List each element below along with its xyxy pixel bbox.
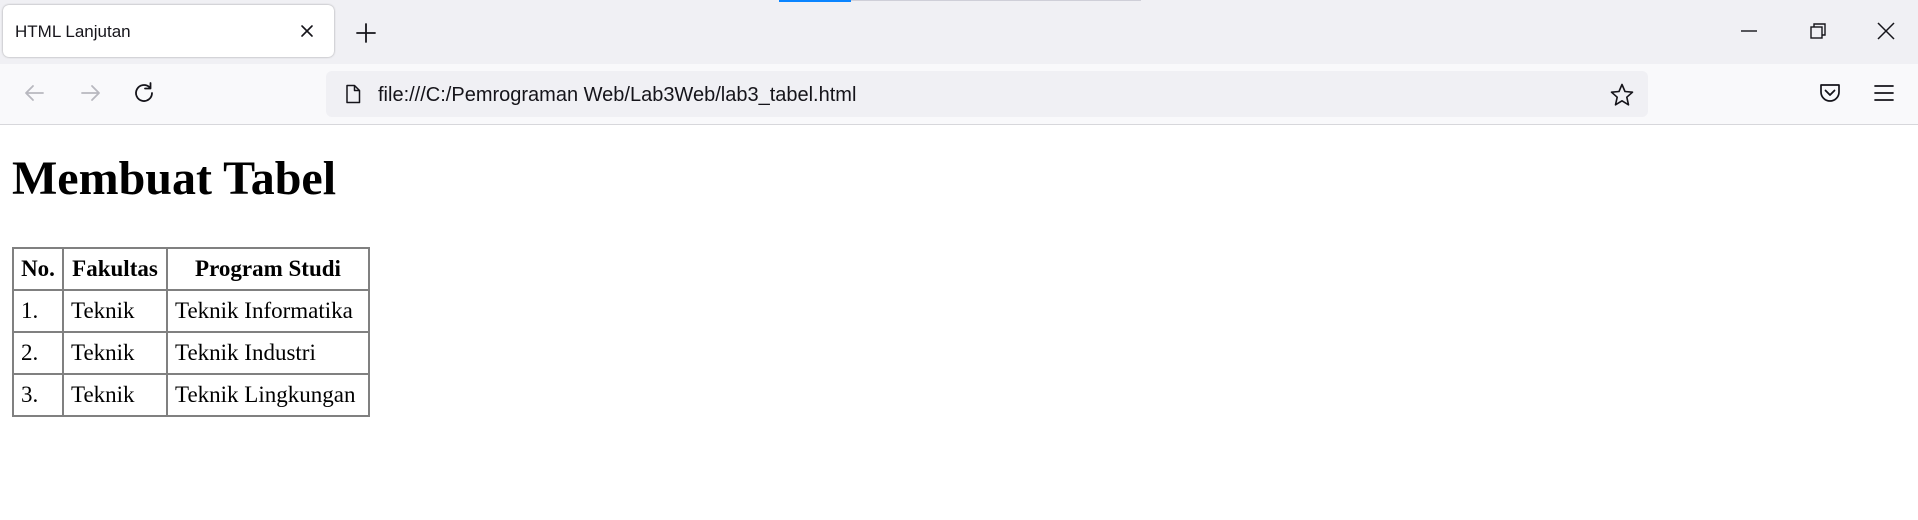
cell-no: 2. [13, 332, 63, 374]
page-content: Membuat Tabel No. Fakultas Program Studi… [0, 125, 1918, 520]
page-heading: Membuat Tabel [12, 152, 337, 205]
close-icon[interactable] [1875, 20, 1897, 42]
reload-icon[interactable] [131, 80, 157, 106]
tab-title: HTML Lanjutan [15, 22, 131, 41]
url-text[interactable]: file:///C:/Pemrograman Web/Lab3Web/lab3_… [378, 84, 856, 107]
arrow-right-icon[interactable] [77, 80, 103, 106]
table-row: 3. Teknik Teknik Lingkungan [13, 374, 369, 416]
plus-icon[interactable] [354, 21, 378, 45]
tab-strip-divider [851, 0, 1141, 1]
cell-program-studi: Teknik Industri [167, 332, 369, 374]
minimize-icon[interactable] [1738, 20, 1760, 42]
tab-strip: HTML Lanjutan [0, 0, 1918, 64]
document-icon [342, 83, 364, 105]
navigation-bar: file:///C:/Pemrograman Web/Lab3Web/lab3_… [0, 64, 1918, 125]
address-bar[interactable]: file:///C:/Pemrograman Web/Lab3Web/lab3_… [326, 71, 1648, 117]
pocket-icon[interactable] [1817, 80, 1843, 106]
tab-loading-indicator [779, 0, 851, 2]
column-header-fakultas: Fakultas [63, 248, 167, 290]
cell-fakultas: Teknik [63, 332, 167, 374]
table-header-row: No. Fakultas Program Studi [13, 248, 369, 290]
column-header-program-studi: Program Studi [167, 248, 369, 290]
tab-html-lanjutan[interactable]: HTML Lanjutan [3, 5, 334, 57]
cell-fakultas: Teknik [63, 374, 167, 416]
cell-fakultas: Teknik [63, 290, 167, 332]
data-table: No. Fakultas Program Studi 1. Teknik Tek… [12, 247, 370, 417]
table-row: 2. Teknik Teknik Industri [13, 332, 369, 374]
cell-no: 3. [13, 374, 63, 416]
arrow-left-icon[interactable] [22, 80, 48, 106]
browser-window: HTML Lanjutan file:///C:/Pemrograman Web… [0, 0, 1918, 520]
close-icon[interactable] [299, 23, 315, 39]
table-row: 1. Teknik Teknik Informatika [13, 290, 369, 332]
hamburger-icon[interactable] [1871, 80, 1897, 106]
column-header-no: No. [13, 248, 63, 290]
star-icon[interactable] [1609, 82, 1635, 108]
cell-program-studi: Teknik Informatika [167, 290, 369, 332]
cell-no: 1. [13, 290, 63, 332]
restore-icon[interactable] [1807, 20, 1829, 42]
cell-program-studi: Teknik Lingkungan [167, 374, 369, 416]
